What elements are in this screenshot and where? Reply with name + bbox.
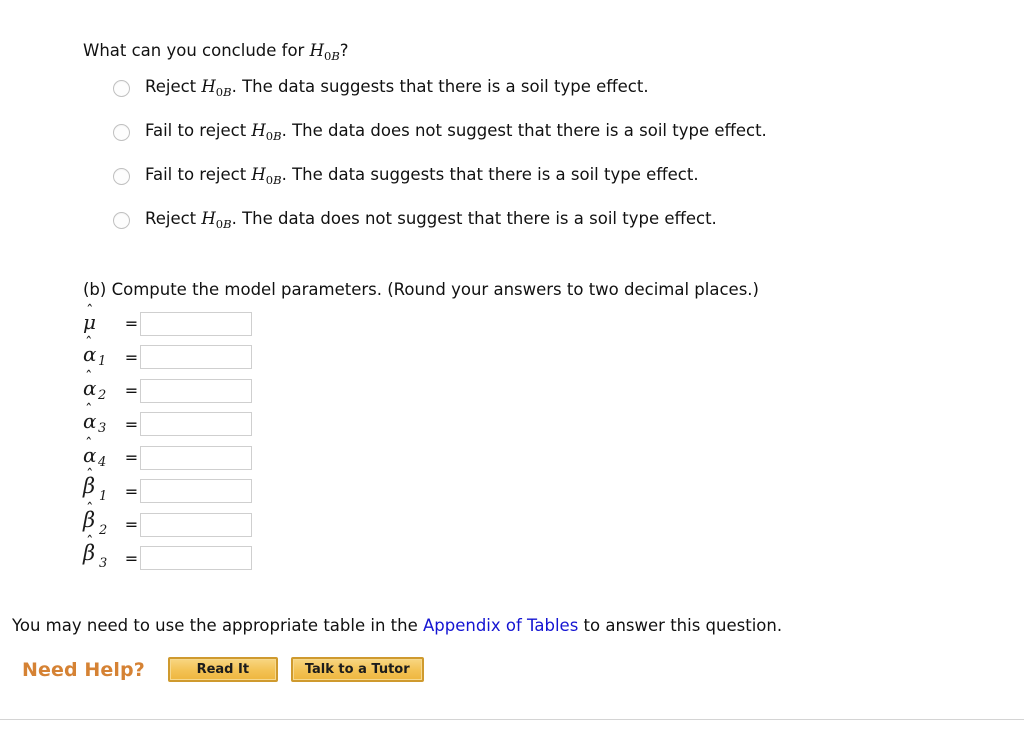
option-1-symbol: H — [201, 76, 216, 96]
option-2-suffix: . The data does not suggest that there i… — [281, 120, 767, 140]
hat-accent-icon: ˆ — [85, 434, 93, 453]
radio-option-4[interactable] — [113, 211, 130, 229]
parameter-symbol-beta3: βˆ3 — [83, 535, 123, 573]
parameter-row: α ˆ 4 = — [83, 436, 983, 475]
hat-accent-icon: ˆ — [85, 334, 93, 353]
option-label-1[interactable]: Reject H0B. The data suggests that there… — [145, 77, 649, 99]
equals-sign: = — [124, 381, 139, 401]
option-4-prefix: Reject — [145, 208, 202, 228]
appendix-of-tables-link[interactable]: Appendix of Tables — [423, 616, 578, 635]
parameter-row: β ˆ 1 = — [83, 468, 983, 509]
parameter-subscript: 1 — [98, 354, 107, 370]
equals-sign: = — [124, 314, 139, 334]
question-prompt-subscript: 0B — [323, 49, 340, 63]
hat-accent-icon: ˆ — [86, 499, 94, 518]
option-row-2[interactable]: Fail to reject H0B. The data does not su… — [83, 121, 983, 165]
option-label-2[interactable]: Fail to reject H0B. The data does not su… — [145, 121, 767, 143]
parameter-subscript: 1 — [99, 489, 108, 505]
question-prompt-symbol: H — [309, 41, 324, 60]
footnote-before-link: You may need to use the appropriate tabl… — [12, 616, 423, 635]
option-4-symbol: H — [201, 208, 216, 228]
parameter-row: μ ˆ = — [83, 301, 983, 341]
parameter-subscript: 2 — [98, 387, 107, 403]
answer-input-mu[interactable] — [140, 311, 252, 336]
equals-sign: = — [124, 481, 139, 501]
option-2-subscript: 0B — [265, 128, 282, 143]
question-prompt-prefix: What can you conclude for — [83, 41, 310, 60]
answer-input-alpha4[interactable] — [140, 445, 252, 470]
page-title: What can you conclude for H0B? — [83, 40, 983, 64]
radio-option-3[interactable] — [113, 167, 130, 185]
answer-input-beta3[interactable] — [140, 546, 252, 571]
option-4-suffix: . The data does not suggest that there i… — [231, 208, 717, 228]
equals-sign: = — [124, 548, 139, 568]
option-label-3[interactable]: Fail to reject H0B. The data suggests th… — [145, 165, 699, 187]
options-group: Reject H0B. The data suggests that there… — [83, 77, 983, 253]
option-1-suffix: . The data suggests that there is a soil… — [231, 76, 649, 96]
answer-input-beta1[interactable] — [140, 479, 252, 504]
radio-option-1[interactable] — [113, 79, 130, 97]
answer-input-beta2[interactable] — [140, 512, 252, 537]
equals-sign: = — [124, 347, 139, 367]
answer-input-alpha2[interactable] — [140, 378, 252, 403]
parameter-list: μ ˆ = α ˆ 1 = α ˆ 2 = α ˆ 3 = α ˆ 4 = β ˆ 1 = β ˆ 2 = β ˆ 3 = — [83, 301, 983, 576]
radio-option-2[interactable] — [113, 123, 130, 141]
option-row-1[interactable]: Reject H0B. The data suggests that there… — [83, 77, 983, 121]
parameter-row: β ˆ 2 = — [83, 501, 983, 542]
hat-accent-icon: ˆ — [85, 401, 93, 420]
parameter-row: α ˆ 3 = — [83, 403, 983, 442]
parameter-row: α ˆ 2 = — [83, 369, 983, 408]
option-2-prefix: Fail to reject — [145, 120, 252, 140]
equals-sign: = — [124, 515, 139, 535]
parameter-subscript: 3 — [99, 556, 108, 572]
equals-sign: = — [124, 448, 139, 468]
need-help-bar: Need Help? Read It Talk to a Tutor — [22, 657, 437, 682]
parameter-subscript: 3 — [98, 421, 107, 437]
option-2-symbol: H — [251, 120, 266, 140]
bottom-divider — [0, 719, 1024, 720]
option-label-4[interactable]: Reject H0B. The data does not suggest th… — [145, 209, 717, 231]
option-row-3[interactable]: Fail to reject H0B. The data suggests th… — [83, 165, 983, 209]
option-1-subscript: 0B — [215, 84, 232, 99]
part-b-instruction: (b) Compute the model parameters. (Round… — [83, 280, 759, 299]
option-3-prefix: Fail to reject — [145, 164, 252, 184]
footnote-after-link: to answer this question. — [578, 616, 783, 635]
option-1-prefix: Reject — [145, 76, 202, 96]
question-prompt-suffix: ? — [339, 41, 349, 60]
parameter-subscript: 4 — [98, 454, 107, 470]
equals-sign: = — [124, 414, 139, 434]
answer-input-alpha3[interactable] — [140, 412, 252, 437]
hat-accent-icon: ˆ — [86, 533, 94, 552]
option-4-subscript: 0B — [215, 216, 232, 231]
question-block: What can you conclude for H0B? Reject H0… — [83, 40, 983, 253]
talk-to-a-tutor-button[interactable]: Talk to a Tutor — [290, 657, 424, 682]
appendix-footnote: You may need to use the appropriate tabl… — [12, 616, 782, 635]
need-help-label: Need Help? — [22, 658, 145, 681]
hat-accent-icon: ˆ — [86, 466, 94, 485]
part-b-block: (b) Compute the model parameters. (Round… — [83, 280, 983, 575]
parameter-subscript: 2 — [99, 522, 108, 538]
option-row-4[interactable]: Reject H0B. The data does not suggest th… — [83, 209, 983, 253]
option-3-suffix: . The data suggests that there is a soil… — [281, 164, 699, 184]
option-3-symbol: H — [251, 164, 266, 184]
read-it-button[interactable]: Read It — [167, 657, 278, 682]
option-3-subscript: 0B — [265, 172, 282, 187]
parameter-row: α ˆ 1 = — [83, 336, 983, 375]
hat-accent-icon: ˆ — [86, 301, 94, 320]
parameter-row: β ˆ 3 = — [83, 535, 983, 576]
hat-accent-icon: ˆ — [85, 367, 93, 386]
answer-input-alpha1[interactable] — [140, 345, 252, 370]
